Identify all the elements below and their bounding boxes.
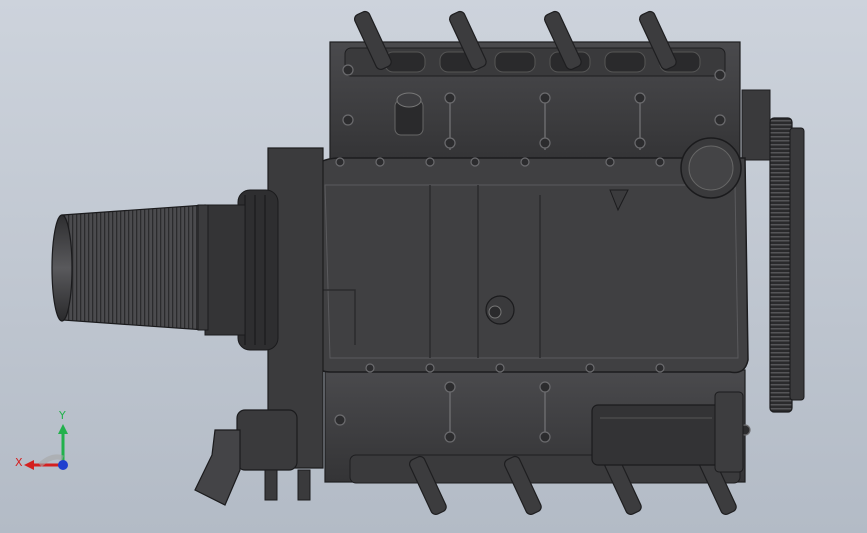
reference-triad: Y X	[10, 409, 80, 480]
triad-axes-icon	[24, 424, 68, 470]
y-axis-label: Y	[59, 409, 66, 422]
x-axis-label: X	[15, 456, 23, 469]
oil-filter-boss	[680, 137, 742, 199]
drain-plug	[485, 295, 515, 325]
oil-pan	[307, 137, 749, 374]
graphics-viewport[interactable]: Y X	[0, 0, 867, 533]
sensor-plug	[394, 92, 424, 136]
air-filter	[51, 204, 209, 331]
flywheel	[769, 117, 805, 413]
water-outlet-elbow	[194, 409, 311, 506]
engine-model[interactable]	[0, 0, 867, 533]
